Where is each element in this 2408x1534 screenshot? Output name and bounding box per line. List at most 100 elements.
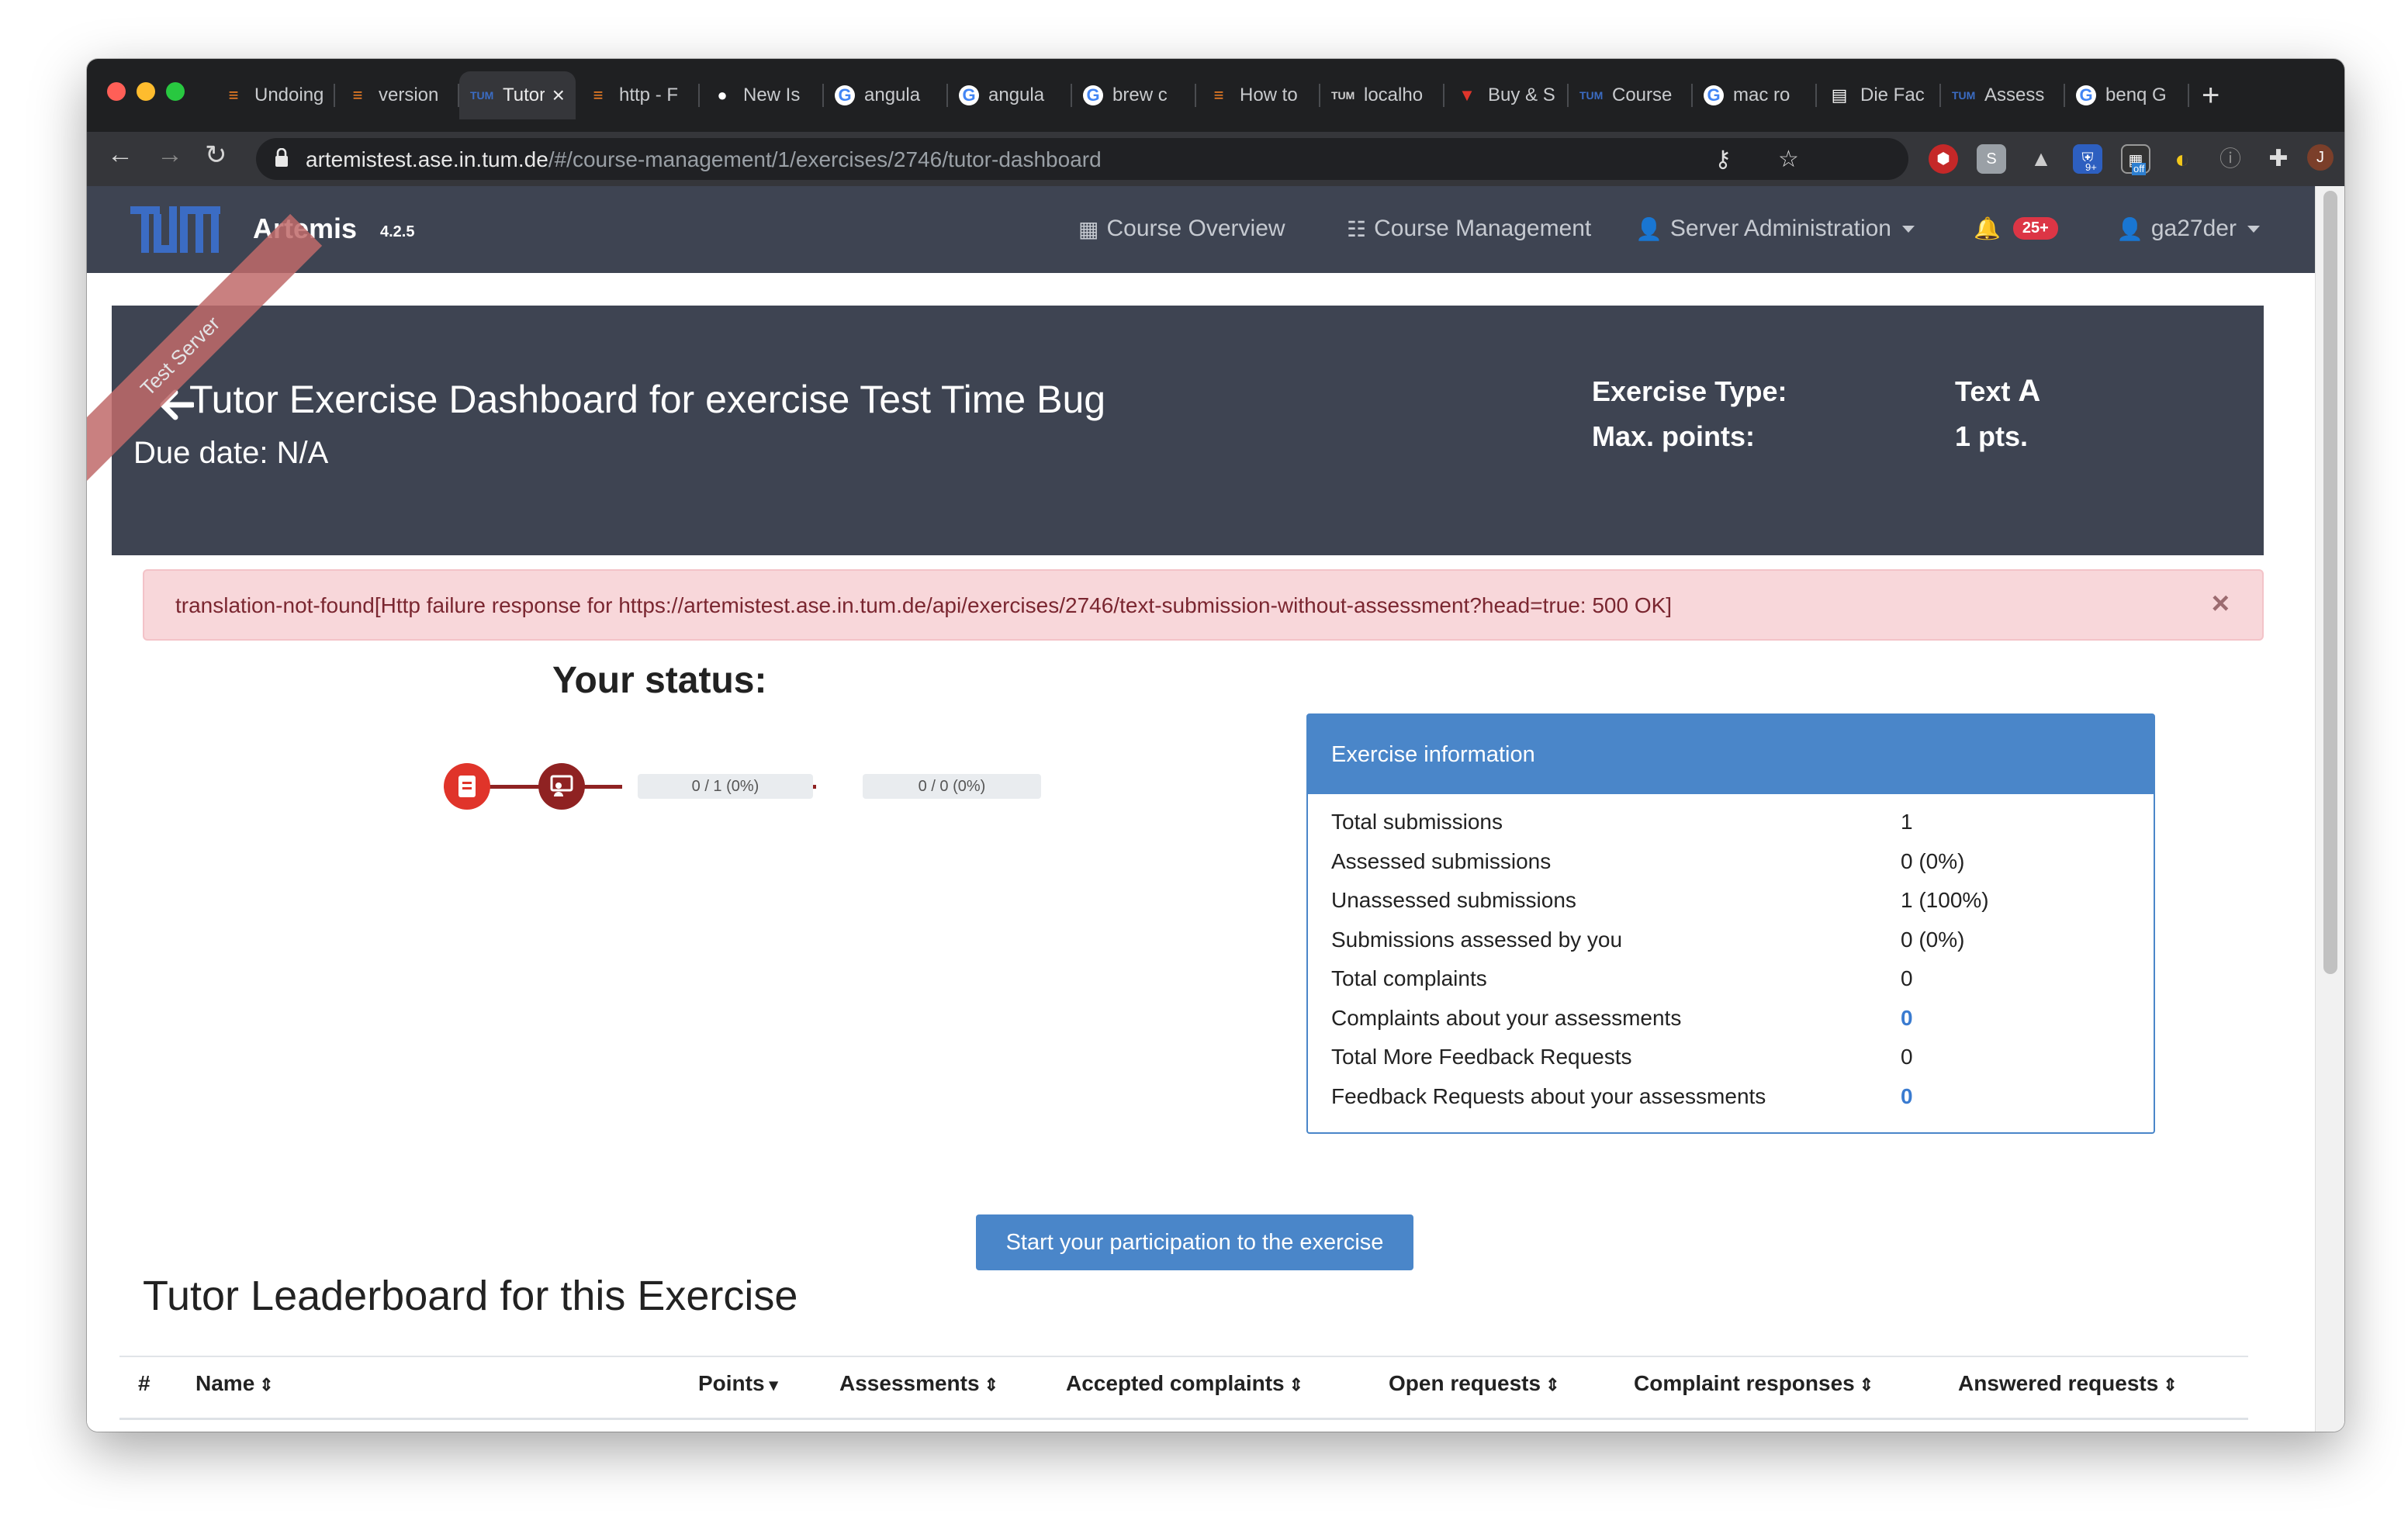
sort-icon[interactable]: ⇕ — [1545, 1375, 1559, 1394]
submission-status-node[interactable] — [444, 763, 490, 810]
user-menu[interactable]: 👤 ga27der — [2116, 216, 2260, 242]
close-tab-icon[interactable]: × — [552, 83, 565, 108]
info-value-link[interactable]: 0 — [1901, 1084, 1913, 1109]
browser-tab[interactable]: ≡ http - F — [576, 71, 700, 119]
font-icon: A — [2018, 374, 2041, 408]
browser-tab[interactable]: Gangula — [948, 71, 1072, 119]
minimize-window-button[interactable] — [137, 82, 155, 101]
simplelogin-extension-icon[interactable]: ▦ off — [2121, 144, 2150, 175]
column-header[interactable]: Answered requests ⇕ — [1958, 1371, 2178, 1396]
nav-course-management[interactable]: ☷ Course Management — [1347, 216, 1591, 242]
column-header[interactable]: Complaint responses ⇕ — [1634, 1371, 1873, 1396]
new-tab-icon[interactable]: + — [2202, 78, 2219, 113]
browser-tab[interactable]: ▼ Buy & S — [1444, 71, 1569, 119]
tum-icon: TUM — [1579, 89, 1604, 102]
browser-tab[interactable]: TUM Course — [1569, 71, 1693, 119]
notifications-button[interactable]: 🔔 25+ — [1974, 216, 2058, 241]
scrollbar-thumb[interactable] — [2323, 191, 2337, 974]
browser-tab[interactable]: TUM Tutor × — [459, 71, 576, 119]
page-scrollbar[interactable] — [2315, 186, 2344, 1432]
browser-tab[interactable]: Gangula — [824, 71, 948, 119]
tum-icon: TUM — [470, 89, 494, 102]
info-value-link[interactable]: 0 — [1901, 1006, 1913, 1031]
bitwarden-extension-icon[interactable]: ⛨ 9+ — [2073, 144, 2102, 174]
tum-logo-icon[interactable] — [130, 206, 220, 253]
dashboard-header: Tutor Exercise Dashboard for exercise Te… — [112, 306, 2264, 555]
browser-tab[interactable]: Gbenq G — [2065, 71, 2189, 119]
grid-icon: ▦ — [1078, 216, 1099, 241]
drive-extension-icon[interactable]: ▲ — [2026, 144, 2056, 174]
google-icon: G — [1704, 85, 1724, 105]
column-header-label: Accepted complaints — [1066, 1371, 1285, 1395]
browser-tab[interactable]: ● New Is — [700, 71, 824, 119]
max-points-label: Max. points: — [1592, 420, 1756, 452]
stack-overflow-icon: ≡ — [352, 85, 363, 105]
back-arrow-icon[interactable]: ← — [107, 140, 133, 170]
exercise-type-label: Exercise Type: — [1592, 375, 1787, 407]
browser-tab[interactable]: ≡ Undoing — [211, 71, 335, 119]
tab-title: Assess — [1984, 85, 2045, 105]
sort-icon[interactable]: ⇕ — [984, 1375, 998, 1394]
info-label: Total submissions — [1331, 810, 1503, 834]
honey-extension-icon[interactable]: ◐ — [2168, 144, 2197, 174]
info-label: Total complaints — [1331, 966, 1487, 990]
column-header-label: Assessments — [839, 1371, 980, 1395]
close-icon[interactable]: × — [2212, 586, 2230, 621]
tab-title: New Is — [743, 85, 801, 105]
browser-tab[interactable]: TUM localho — [1320, 71, 1444, 119]
reload-icon[interactable]: ↻ — [205, 140, 227, 171]
column-header[interactable]: Name ⇕ — [195, 1371, 274, 1396]
leaderboard-title: Tutor Leaderboard for this Exercise — [143, 1273, 798, 1319]
sort-icon[interactable]: ⇕ — [259, 1375, 273, 1394]
ublock-extension-icon[interactable]: ⬢ — [1929, 144, 1958, 174]
nav-course-overview[interactable]: ▦ Course Overview — [1078, 216, 1285, 242]
start-participation-button[interactable]: Start your participation to the exercise — [976, 1214, 1413, 1270]
url-text: artemistest.ase.in.tum.de/#/course-manag… — [306, 147, 1102, 171]
sort-icon[interactable]: ⇕ — [1860, 1375, 1873, 1394]
browser-window: ≡ Undoing ≡ version TUM Tutor × ≡ http - F ● New I… — [87, 59, 2344, 1432]
info-label: Unassessed submissions — [1331, 888, 1576, 912]
forward-arrow-icon[interactable]: → — [157, 140, 183, 170]
browser-tab[interactable]: TUM Assess — [1941, 71, 2065, 119]
address-bar[interactable]: artemistest.ase.in.tum.de/#/course-manag… — [256, 138, 1908, 180]
tum-icon: TUM — [1952, 89, 1976, 102]
browser-tab[interactable]: Gbrew c — [1072, 71, 1196, 119]
key-icon[interactable]: ⚷ — [1714, 146, 1732, 173]
browser-tab[interactable]: ≡ version — [335, 71, 459, 119]
list-icon: ☷ — [1347, 216, 1367, 241]
browser-tab[interactable]: ▤ Die Fac — [1817, 71, 1941, 119]
sort-icon[interactable]: ⇕ — [2163, 1375, 2177, 1394]
zoom-window-button[interactable] — [166, 82, 185, 101]
column-header[interactable]: Accepted complaints ⇕ — [1066, 1371, 1303, 1396]
status-progress-2: 0 / 0 (0%) — [863, 774, 1041, 799]
tab-title: Undoing — [254, 85, 324, 105]
s-extension-icon[interactable]: S — [1977, 144, 2006, 174]
assessment-status-node[interactable] — [538, 763, 585, 810]
column-header-label: Open requests — [1389, 1371, 1541, 1395]
bookmark-star-icon[interactable]: ☆ — [1778, 146, 1799, 173]
column-header[interactable]: Assessments ⇕ — [839, 1371, 998, 1396]
browser-tab[interactable]: ≡ How to — [1196, 71, 1320, 119]
column-header[interactable]: Points ▾ — [698, 1371, 778, 1396]
divider — [119, 1356, 2248, 1357]
column-header: # — [138, 1371, 150, 1396]
bell-icon: 🔔 — [1974, 216, 2001, 240]
user-icon: 👤 — [2116, 216, 2143, 241]
info-label: Assessed submissions — [1331, 848, 1552, 873]
tab-title: http - F — [619, 85, 679, 105]
divider — [119, 1418, 2248, 1420]
tab-title: Tutor — [503, 85, 545, 105]
column-header[interactable]: Open requests ⇕ — [1389, 1371, 1560, 1396]
tab-title: localho — [1364, 85, 1424, 105]
close-window-button[interactable] — [107, 82, 126, 101]
tab-title: Buy & S — [1488, 85, 1555, 105]
browser-tab[interactable]: Gmac ro — [1693, 71, 1817, 119]
sort-icon[interactable]: ⇕ — [1289, 1375, 1303, 1394]
info-extension-icon[interactable]: ⓘ — [2216, 144, 2245, 174]
nav-server-administration[interactable]: 👤 Server Administration — [1635, 216, 1915, 242]
extensions-puzzle-icon[interactable]: ✚ — [2264, 144, 2293, 174]
presentation-icon — [550, 775, 573, 796]
sort-icon[interactable]: ▾ — [770, 1375, 778, 1394]
profile-avatar[interactable]: J — [2307, 144, 2334, 171]
alert-message: translation-not-found[Http failure respo… — [175, 593, 1673, 617]
